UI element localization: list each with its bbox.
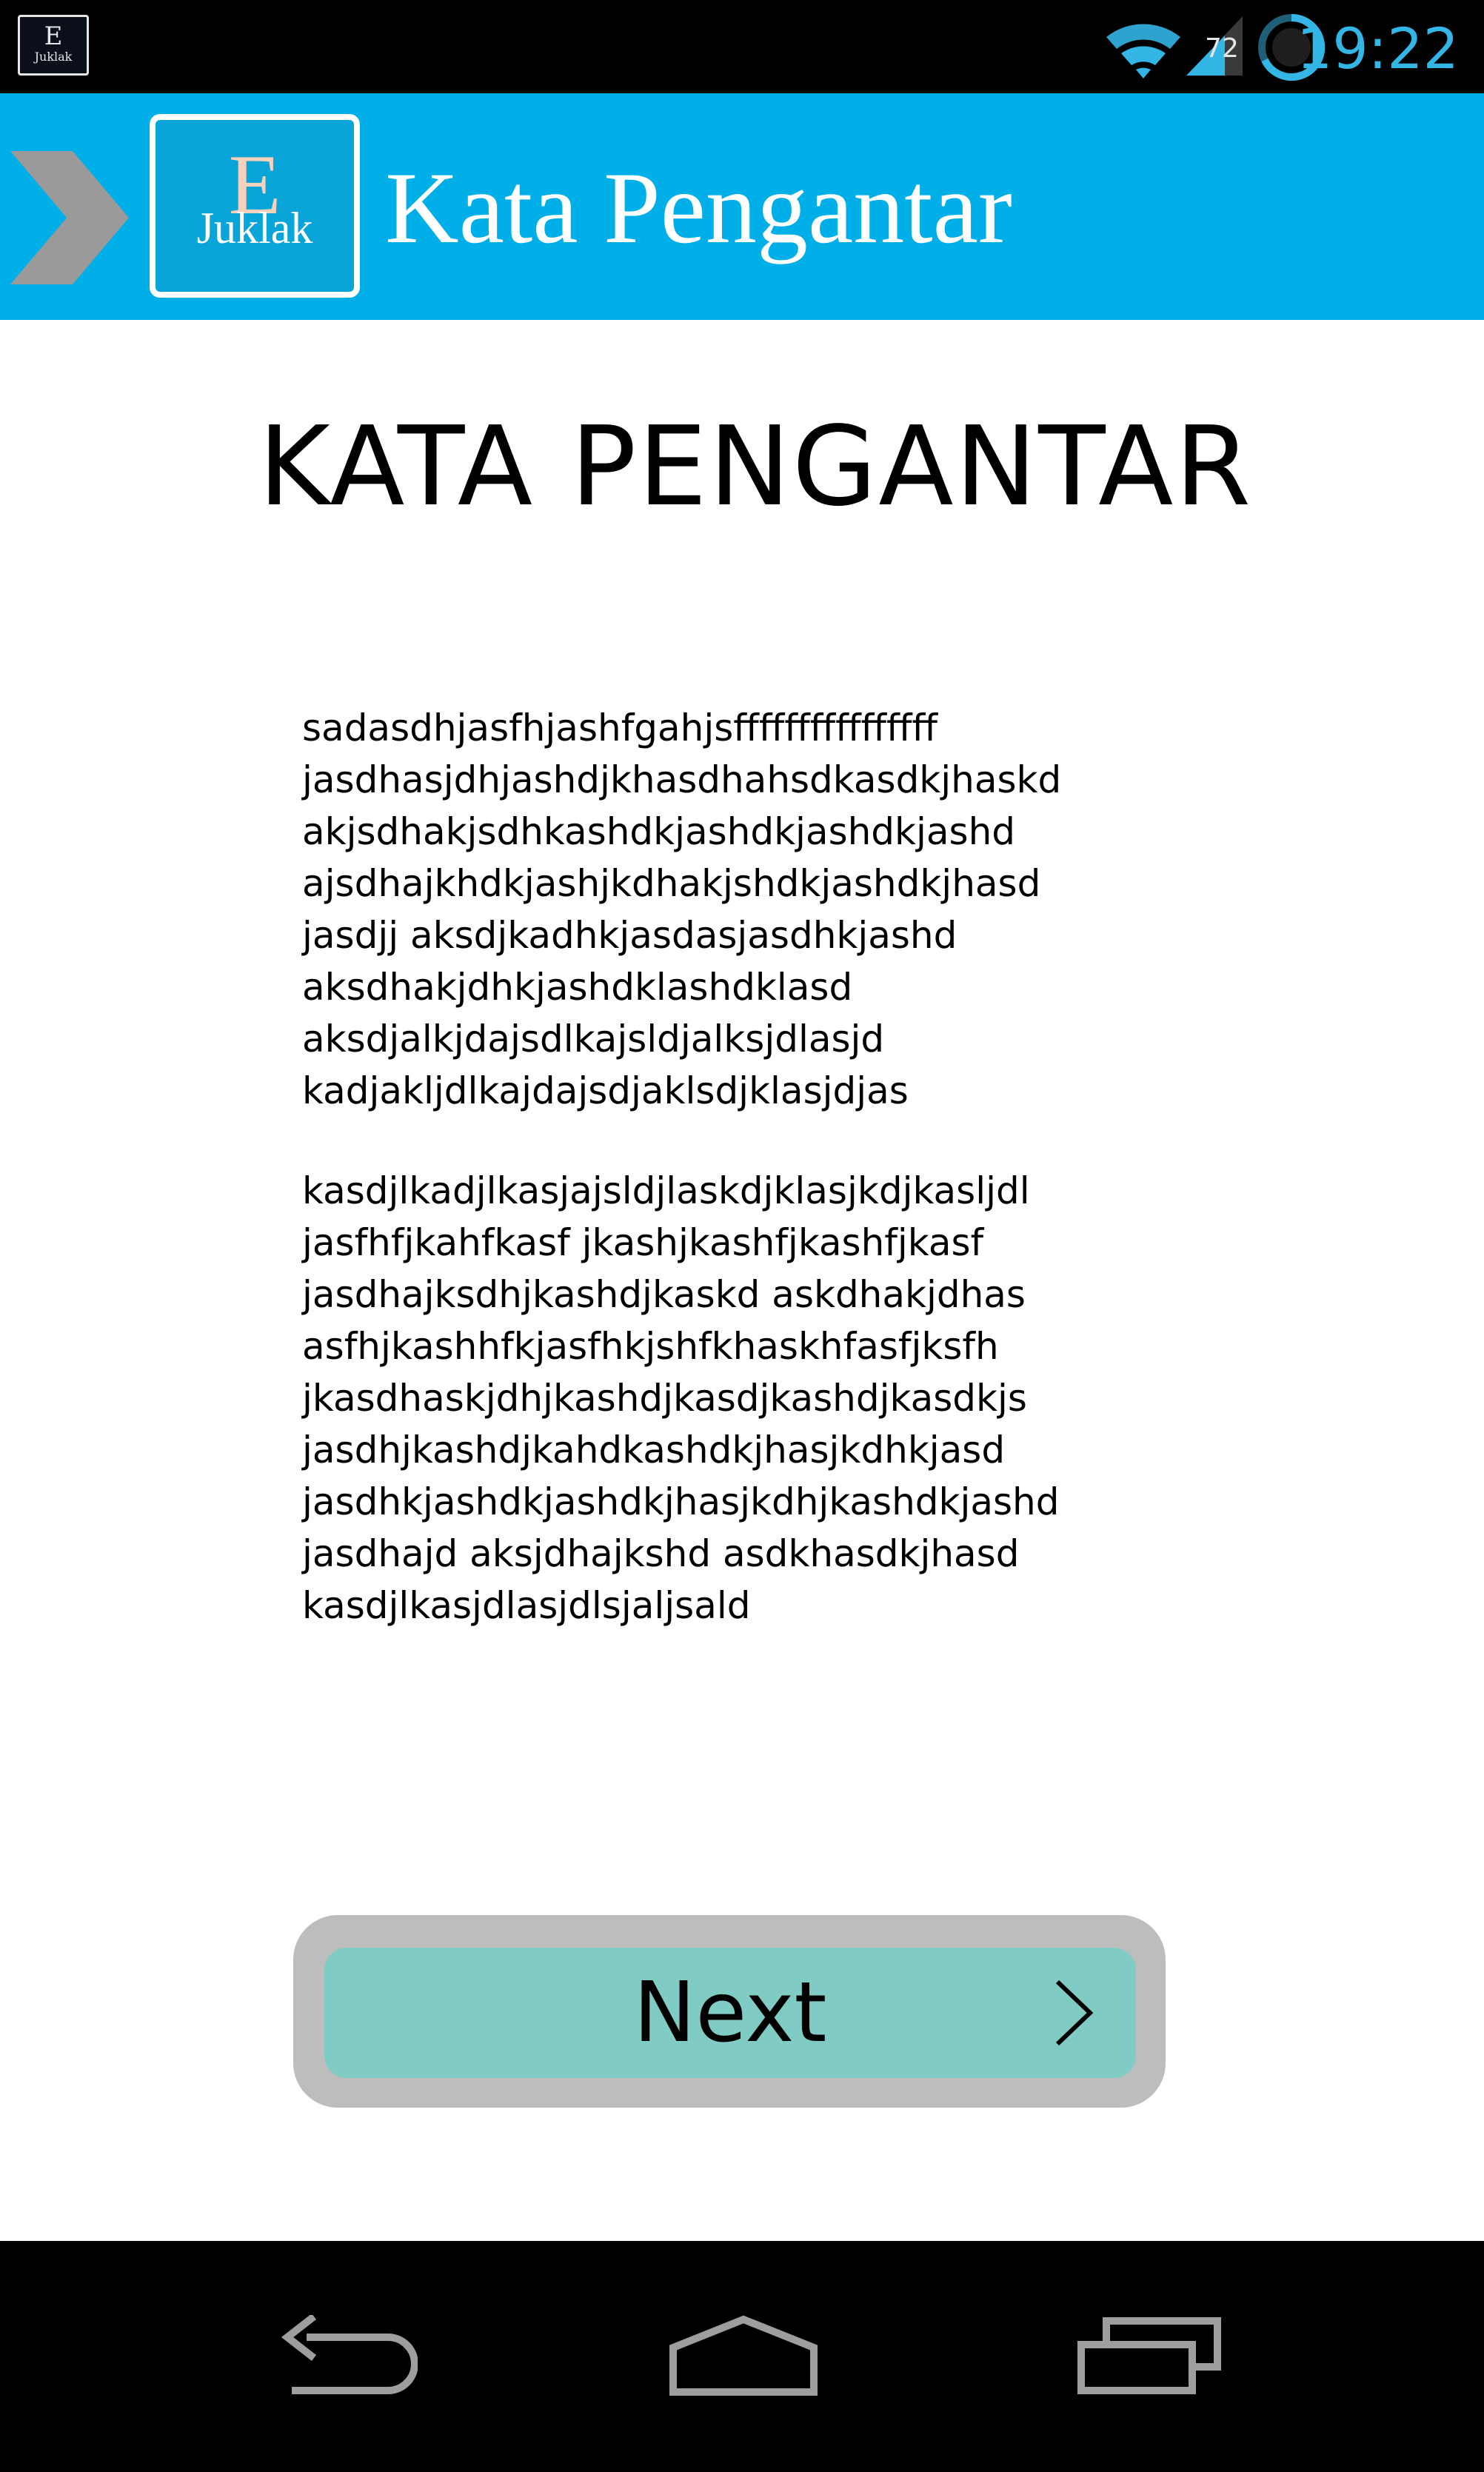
back-icon[interactable]	[277, 2315, 418, 2396]
paragraph-line: jasdhjkashdjkahdkashdkjhasjkdhkjasd	[302, 1429, 1006, 1471]
clock: 19:22	[1296, 16, 1459, 81]
app-notification-icon: E Juklak	[18, 15, 89, 76]
paragraph-line: jasdjj aksdjkadhkjasdasjasdhkjashd	[302, 914, 957, 957]
paragraph-line: aksdhakjdhkjashdklashdklasd	[302, 966, 853, 1009]
app-icon-caption: Juklak	[34, 50, 73, 64]
app-logo-caption: Juklak	[196, 204, 313, 253]
paragraph-line: jasdhajd aksjdhajkshd asdkhasdkjhasd	[302, 1532, 1020, 1575]
app-logo: E Juklak	[150, 114, 360, 298]
action-bar: E Juklak Kata Pengantar	[0, 93, 1484, 320]
page-title: KATA PENGANTAR	[258, 403, 1253, 530]
paragraph-line: aksdjalkjdajsdlkajsldjalksjdlasjd	[302, 1018, 885, 1060]
paragraph-1: sadasdhjasfhjashfgahjsffffffffffffffff j…	[302, 702, 1191, 1117]
app-icon-letter: E	[44, 21, 63, 51]
recent-apps-icon[interactable]	[1077, 2315, 1225, 2396]
battery-level: 72	[1205, 33, 1239, 64]
paragraph-line: jasdhkjashdkjashdkjhasjkdhjkashdkjashd	[302, 1480, 1060, 1523]
paragraph-line: jasdhajksdhjkashdjkaskd askdhakjdhas	[302, 1273, 1026, 1316]
chevron-right-icon[interactable]	[10, 151, 129, 284]
paragraph-line: ajsdhajkhdkjashjkdhakjshdkjashdkjhasd	[302, 862, 1041, 905]
wifi-icon	[1106, 24, 1180, 78]
next-button-label[interactable]: Next	[324, 1948, 1136, 2078]
navigation-bar	[0, 2241, 1484, 2472]
paragraph-line: jasdhasjdhjashdjkhasdhahsdkasdkjhaskd	[302, 758, 1062, 801]
paragraph-line: jkasdhaskjdhjkashdjkasdjkashdjkasdkjs	[302, 1377, 1027, 1420]
paragraph-line: akjsdhakjsdhkashdkjashdkjashdkjashd	[302, 810, 1016, 853]
chevron-right-icon[interactable]	[1053, 1979, 1094, 2047]
home-icon[interactable]	[669, 2315, 818, 2396]
paragraph-2: kasdjlkadjlkasjajsldjlaskdjklasjkdjkaslj…	[302, 1165, 1191, 1631]
paragraph-line: sadasdhjasfhjashfgahjsffffffffffffffff	[302, 706, 937, 749]
action-bar-title: Kata Pengantar	[385, 151, 1012, 264]
paragraph-line: jasfhfjkahfkasf jkashjkashfjkashfjkasf	[302, 1221, 984, 1264]
paragraph-line: kasdjlkadjlkasjajsldjlaskdjklasjkdjkaslj…	[302, 1169, 1030, 1212]
paragraph-line: kasdjlkasjdlasjdlsjaljsald	[302, 1584, 751, 1627]
status-bar: E Juklak 72 19:22	[0, 0, 1484, 93]
paragraph-line: asfhjkashhfkjasfhkjshfkhaskhfasfjksfh	[302, 1325, 999, 1368]
paragraph-line: kadjakljdlkajdajsdjaklsdjklasjdjas	[302, 1069, 909, 1112]
